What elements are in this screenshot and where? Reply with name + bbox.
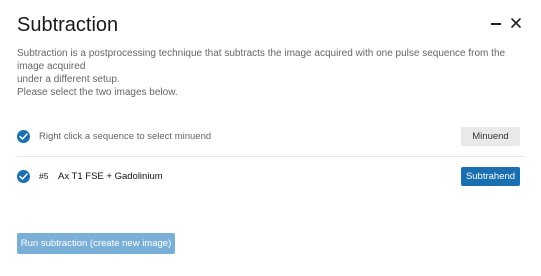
dialog-title: Subtraction [17,14,119,36]
subtrahend-button[interactable]: Subtrahend [461,167,520,186]
description-line: Subtraction is a postprocessing techniqu… [17,48,506,72]
dialog-description: Subtraction is a postprocessing techniqu… [17,47,532,99]
subtraction-dialog: Subtraction Subtraction is a postprocess… [0,0,541,276]
check-circle-icon [17,170,30,183]
sequence-name: Ax T1 FSE + Gadolinium [58,171,163,182]
check-circle-icon [17,130,30,143]
minuend-row: Right click a sequence to select minuend… [17,123,524,149]
row-divider [17,156,524,157]
close-icon[interactable] [510,17,524,31]
minuend-hint: Right click a sequence to select minuend [39,131,212,142]
subtrahend-row[interactable]: #5 Ax T1 FSE + Gadolinium Subtrahend [17,163,524,189]
minuend-button[interactable]: Minuend [461,127,520,146]
description-line: under a different setup. [17,74,120,85]
description-line: Please select the two images below. [17,87,178,98]
run-subtraction-button[interactable]: Run subtraction (create new image) [17,233,175,254]
minimize-icon[interactable] [490,17,504,31]
sequence-number: #5 [39,171,49,181]
